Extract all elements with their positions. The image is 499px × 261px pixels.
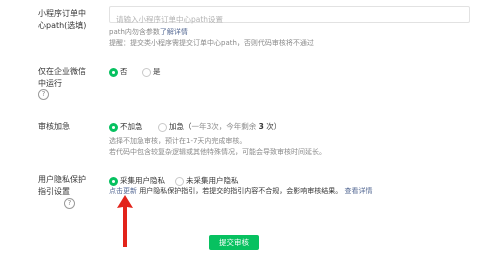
- expedite-hint-1: 选择不加急审核，预计在1-7天内完成审核。: [109, 137, 247, 145]
- expedite-label: 审核加急: [38, 122, 70, 131]
- expedite-option-label[interactable]: 加急（一年3次，今年剩余 3 次）: [169, 121, 281, 132]
- no-expedite-label[interactable]: 不加急: [120, 121, 143, 132]
- privacy-collect-label[interactable]: 采集用户隐私: [120, 175, 165, 186]
- help-icon[interactable]: ?: [38, 89, 49, 100]
- wecom-only-label: 仅在企业微信中运行: [38, 67, 86, 88]
- annotation-arrow: [117, 195, 133, 247]
- path-warning: 提醒：提交类小程序需提交订单中心path，否则代码审核将不通过: [109, 39, 314, 47]
- privacy-note-text: 用户隐私保护指引，若提交的指引内容不合规，会影响审核结果。: [139, 187, 343, 195]
- learn-more-link[interactable]: 了解详情: [160, 28, 188, 36]
- order-path-placeholder: 请输入小程序订单中心path设置: [116, 15, 224, 24]
- path-note-text: path内勿含参数: [109, 28, 160, 36]
- order-path-input[interactable]: 请输入小程序订单中心path设置: [109, 6, 470, 24]
- wecom-no-label[interactable]: 否: [120, 66, 128, 77]
- privacy-no-collect-label[interactable]: 未采集用户隐私: [186, 175, 239, 186]
- view-details-link[interactable]: 查看详情: [344, 187, 372, 195]
- expedite-option-suffix: 次）: [266, 122, 282, 131]
- wecom-no-radio[interactable]: [109, 68, 118, 77]
- order-path-label: 小程序订单中心path(选填): [38, 9, 87, 30]
- help-icon[interactable]: ?: [64, 198, 75, 209]
- annotation-arrow-shape: [117, 195, 133, 247]
- no-expedite-radio[interactable]: [109, 123, 118, 132]
- privacy-note: 点击更新 用户隐私保护指引，若提交的指引内容不合规，会影响审核结果。 查看详情: [109, 186, 372, 197]
- wecom-yes-radio[interactable]: [142, 68, 151, 77]
- help-icon-glyph: ?: [67, 199, 72, 207]
- privacy-no-collect-radio[interactable]: [175, 177, 184, 186]
- expedite-remaining-label: 一年3次，今年剩余: [191, 122, 257, 131]
- wecom-yes-label[interactable]: 是: [153, 66, 161, 77]
- privacy-collect-radio[interactable]: [109, 177, 118, 186]
- expedite-radio[interactable]: [158, 123, 167, 132]
- expedite-remaining-count: 3: [258, 122, 264, 131]
- submit-review-button[interactable]: 提交审核: [209, 235, 259, 250]
- help-icon-glyph: ?: [41, 90, 46, 98]
- path-note: path内勿含参数了解详情: [109, 27, 188, 38]
- privacy-label: 用户隐私保护指引设置: [38, 175, 86, 196]
- expedite-option-prefix: 加急（: [169, 122, 192, 131]
- expedite-hint-2: 若代码中包含较复杂逻辑或其他特殊情况，可能会导致审核时间延长。: [109, 148, 326, 156]
